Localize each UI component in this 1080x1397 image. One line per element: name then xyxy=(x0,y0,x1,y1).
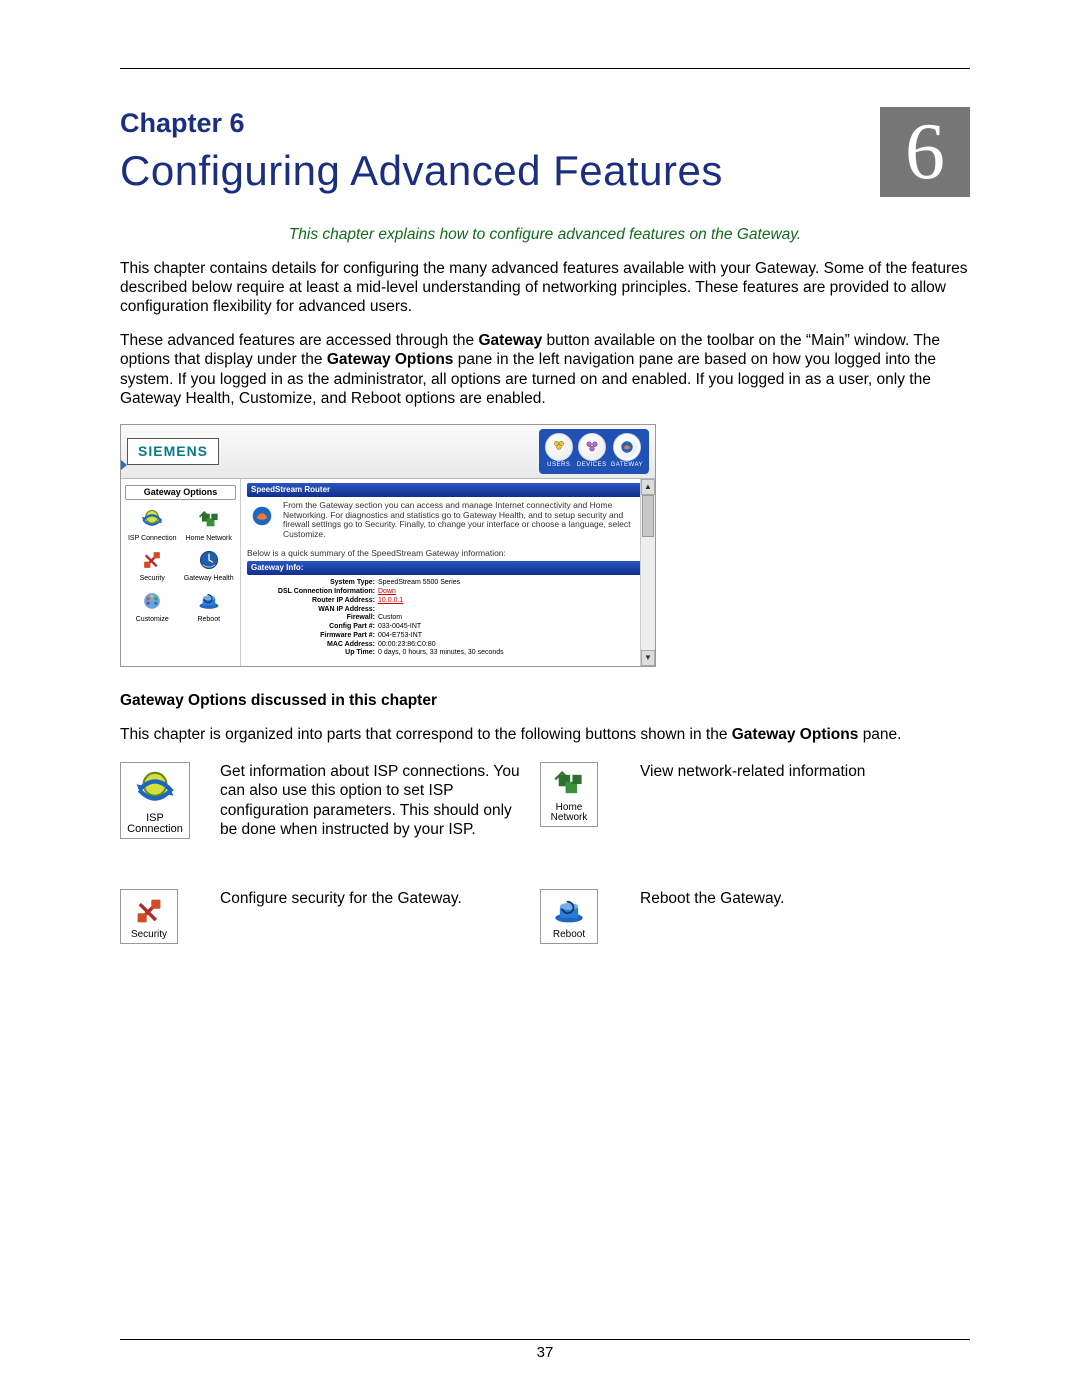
sidebar-item-security[interactable]: Security xyxy=(125,546,180,582)
security-icon xyxy=(138,546,166,574)
health-icon xyxy=(195,546,223,574)
gateway-admin-screenshot: SIEMENS USERS DEVICES GATEWAY Gateway xyxy=(120,424,656,667)
card-isp-text: Get information about ISP connections. Y… xyxy=(220,762,520,840)
card-security: Security xyxy=(120,889,178,944)
subsection-intro: This chapter is organized into parts tha… xyxy=(120,725,970,744)
devices-icon xyxy=(578,433,606,461)
quick-summary-text: Below is a quick summary of the SpeedStr… xyxy=(247,548,649,559)
sidebar-title: Gateway Options xyxy=(125,485,236,500)
gateway-lead-icon xyxy=(247,501,277,531)
section-bar-router: SpeedStream Router xyxy=(247,483,649,497)
home-icon xyxy=(552,767,586,801)
intro-paragraph-2: These advanced features are accessed thr… xyxy=(120,331,970,409)
sidebar-item-customize[interactable]: Customize xyxy=(125,587,180,623)
chapter-number-badge: 6 xyxy=(880,107,970,197)
home-icon xyxy=(195,506,223,534)
card-isp: ISP Connection xyxy=(120,762,190,839)
scroll-down-button[interactable]: ▼ xyxy=(641,650,655,666)
chapter-label: Chapter 6 xyxy=(120,107,860,141)
page-footer: 37 xyxy=(120,1339,970,1363)
gateway-main-panel: SpeedStream Router From the Gateway sect… xyxy=(241,479,655,666)
gateway-info-table: System Type:SpeedStream 5500 Series DSL … xyxy=(247,579,649,658)
chapter-header: Chapter 6 Configuring Advanced Features … xyxy=(120,107,970,197)
brand-logo: SIEMENS xyxy=(127,438,219,466)
scroll-up-button[interactable]: ▲ xyxy=(641,479,655,495)
cursor-icon xyxy=(121,460,127,470)
reboot-icon xyxy=(195,587,223,615)
subsection-heading: Gateway Options discussed in this chapte… xyxy=(120,691,970,710)
toolbar-gateway-button[interactable]: GATEWAY xyxy=(611,433,643,470)
security-icon xyxy=(132,894,166,928)
chapter-tagline: This chapter explains how to configure a… xyxy=(120,225,970,244)
sidebar-item-reboot[interactable]: Reboot xyxy=(182,587,237,623)
gateway-lead-text: From the Gateway section you can access … xyxy=(283,501,649,540)
scroll-thumb[interactable] xyxy=(642,495,654,537)
users-icon xyxy=(545,433,573,461)
gateway-options-sidebar: Gateway Options ISP Connection Home Netw… xyxy=(121,479,241,666)
top-rule xyxy=(120,68,970,69)
scrollbar[interactable]: ▲ ▼ xyxy=(640,479,655,666)
sidebar-item-health[interactable]: Gateway Health xyxy=(182,546,237,582)
option-cards-grid: ISP Connection Get information about ISP… xyxy=(120,762,970,944)
card-reboot: Reboot xyxy=(540,889,598,944)
page-number: 37 xyxy=(120,1344,970,1363)
customize-icon xyxy=(138,587,166,615)
dsl-status-link[interactable]: Down xyxy=(378,588,396,595)
chapter-title: Configuring Advanced Features xyxy=(120,145,860,198)
card-home: Home Network xyxy=(540,762,598,827)
card-security-text: Configure security for the Gateway. xyxy=(220,889,520,908)
reboot-icon xyxy=(552,894,586,928)
gateway-icon xyxy=(613,433,641,461)
toolbar-users-button[interactable]: USERS xyxy=(545,433,573,470)
router-ip-link[interactable]: 10.0.0.1 xyxy=(378,597,403,604)
card-home-text: View network-related information xyxy=(640,762,940,781)
isp-icon xyxy=(134,769,176,811)
sidebar-item-home[interactable]: Home Network xyxy=(182,506,237,542)
card-reboot-text: Reboot the Gateway. xyxy=(640,889,940,908)
section-bar-info: Gateway Info: xyxy=(247,561,649,575)
toolbar-devices-button[interactable]: DEVICES xyxy=(577,433,607,470)
isp-icon xyxy=(138,506,166,534)
intro-paragraph-1: This chapter contains details for config… xyxy=(120,259,970,317)
sidebar-item-isp[interactable]: ISP Connection xyxy=(125,506,180,542)
top-toolbar: USERS DEVICES GATEWAY xyxy=(539,429,649,474)
